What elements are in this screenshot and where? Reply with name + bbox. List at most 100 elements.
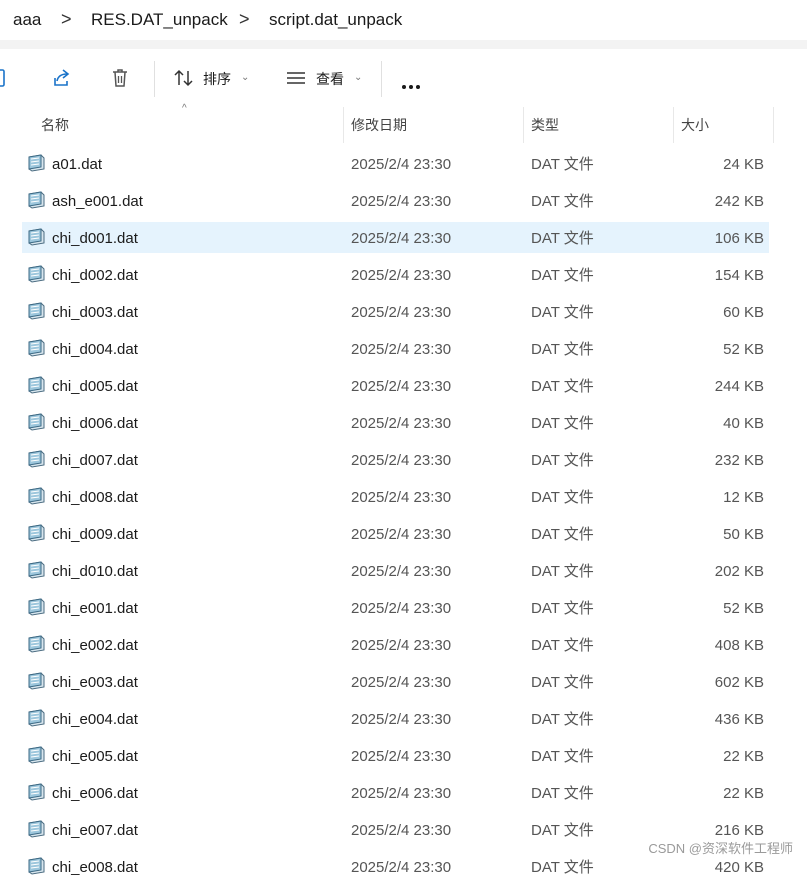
file-name[interactable]: ash_e001.dat xyxy=(52,183,143,220)
file-name[interactable]: chi_d008.dat xyxy=(52,479,138,516)
sort-button[interactable]: 排序 xyxy=(203,70,231,88)
file-list: a01.dat 2025/2/4 23:30 DAT 文件 24 KB ash_e001… xyxy=(0,146,807,886)
breadcrumb-item-script-dat-unpack[interactable]: script.dat_unpack xyxy=(269,10,402,30)
breadcrumb-separator: > xyxy=(239,9,250,29)
file-size: 602 KB xyxy=(714,674,764,691)
file-type: DAT 文件 xyxy=(531,859,594,876)
file-date: 2025/2/4 23:30 xyxy=(351,563,452,580)
column-header-name[interactable]: 名称 xyxy=(41,107,69,143)
file-name[interactable]: chi_e004.dat xyxy=(52,701,138,738)
more-icon[interactable] xyxy=(402,76,423,94)
share-icon[interactable] xyxy=(50,67,72,89)
file-name[interactable]: chi_e003.dat xyxy=(52,664,138,701)
column-divider[interactable] xyxy=(673,107,674,143)
file-name[interactable]: chi_e008.dat xyxy=(52,849,138,886)
file-date: 2025/2/4 23:30 xyxy=(351,674,452,691)
toolbar-separator xyxy=(154,61,155,97)
file-row[interactable]: chi_e005.dat 2025/2/4 23:30 DAT 文件 22 KB xyxy=(0,738,807,775)
column-header-date[interactable]: 修改日期 xyxy=(351,107,407,143)
breadcrumb-item-res-dat-unpack[interactable]: RES.DAT_unpack xyxy=(91,10,228,30)
file-date: 2025/2/4 23:30 xyxy=(351,156,452,173)
file-name[interactable]: chi_d007.dat xyxy=(52,442,138,479)
file-name[interactable]: chi_e001.dat xyxy=(52,590,138,627)
file-size: 50 KB xyxy=(723,526,764,543)
file-row[interactable]: chi_d001.dat 2025/2/4 23:30 DAT 文件 106 KB xyxy=(0,220,807,257)
column-header: 名称 修改日期 类型 大小 xyxy=(0,107,807,143)
file-row[interactable]: chi_d007.dat 2025/2/4 23:30 DAT 文件 232 KB xyxy=(0,442,807,479)
file-name[interactable]: chi_e005.dat xyxy=(52,738,138,775)
dat-file-icon xyxy=(26,635,46,653)
column-header-size[interactable]: 大小 xyxy=(681,107,709,143)
file-date: 2025/2/4 23:30 xyxy=(351,785,452,802)
dat-file-icon xyxy=(26,339,46,357)
breadcrumb-item-aaa[interactable]: aaa xyxy=(13,10,41,30)
file-type: DAT 文件 xyxy=(531,563,594,580)
file-name[interactable]: chi_d009.dat xyxy=(52,516,138,553)
file-type: DAT 文件 xyxy=(531,341,594,358)
file-date: 2025/2/4 23:30 xyxy=(351,452,452,469)
dat-file-icon xyxy=(26,561,46,579)
column-divider[interactable] xyxy=(523,107,524,143)
file-name[interactable]: chi_e006.dat xyxy=(52,775,138,812)
file-row[interactable]: chi_e003.dat 2025/2/4 23:30 DAT 文件 602 KB xyxy=(0,664,807,701)
file-size: 60 KB xyxy=(723,304,764,321)
column-header-type[interactable]: 类型 xyxy=(531,107,559,143)
file-date: 2025/2/4 23:30 xyxy=(351,378,452,395)
file-date: 2025/2/4 23:30 xyxy=(351,193,452,210)
file-name[interactable]: a01.dat xyxy=(52,146,102,183)
dat-file-icon xyxy=(26,154,46,172)
file-row[interactable]: chi_d008.dat 2025/2/4 23:30 DAT 文件 12 KB xyxy=(0,479,807,516)
file-date: 2025/2/4 23:30 xyxy=(351,267,452,284)
breadcrumb: aaa > RES.DAT_unpack > script.dat_unpack xyxy=(0,0,807,40)
divider xyxy=(0,40,807,49)
file-type: DAT 文件 xyxy=(531,489,594,506)
chevron-down-icon[interactable]: ⌄ xyxy=(354,71,362,85)
column-divider[interactable] xyxy=(343,107,344,143)
file-date: 2025/2/4 23:30 xyxy=(351,526,452,543)
file-name[interactable]: chi_e002.dat xyxy=(52,627,138,664)
view-icon[interactable] xyxy=(285,67,307,89)
file-row[interactable]: chi_d010.dat 2025/2/4 23:30 DAT 文件 202 KB xyxy=(0,553,807,590)
file-row[interactable]: chi_e001.dat 2025/2/4 23:30 DAT 文件 52 KB xyxy=(0,590,807,627)
file-name[interactable]: chi_d003.dat xyxy=(52,294,138,331)
dat-file-icon xyxy=(26,746,46,764)
file-name[interactable]: chi_d005.dat xyxy=(52,368,138,405)
file-type: DAT 文件 xyxy=(531,600,594,617)
delete-icon[interactable] xyxy=(109,67,131,89)
file-row[interactable]: chi_d004.dat 2025/2/4 23:30 DAT 文件 52 KB xyxy=(0,331,807,368)
file-row[interactable]: chi_d003.dat 2025/2/4 23:30 DAT 文件 60 KB xyxy=(0,294,807,331)
dat-file-icon xyxy=(26,450,46,468)
file-row[interactable]: chi_e002.dat 2025/2/4 23:30 DAT 文件 408 KB xyxy=(0,627,807,664)
file-row[interactable]: chi_d005.dat 2025/2/4 23:30 DAT 文件 244 KB xyxy=(0,368,807,405)
file-size: 22 KB xyxy=(723,785,764,802)
file-name[interactable]: chi_e007.dat xyxy=(52,812,138,849)
file-type: DAT 文件 xyxy=(531,415,594,432)
file-type: DAT 文件 xyxy=(531,156,594,173)
file-name[interactable]: chi_d006.dat xyxy=(52,405,138,442)
cut-icon[interactable] xyxy=(0,67,12,89)
file-name[interactable]: chi_d010.dat xyxy=(52,553,138,590)
file-row[interactable]: chi_e006.dat 2025/2/4 23:30 DAT 文件 22 KB xyxy=(0,775,807,812)
file-size: 202 KB xyxy=(714,563,764,580)
command-bar: 排序 ⌄ 查看 ⌄ xyxy=(0,49,807,108)
file-type: DAT 文件 xyxy=(531,452,594,469)
file-row[interactable]: chi_e004.dat 2025/2/4 23:30 DAT 文件 436 KB xyxy=(0,701,807,738)
sort-icon[interactable] xyxy=(173,67,195,89)
chevron-down-icon[interactable]: ⌄ xyxy=(241,71,249,85)
file-row[interactable]: chi_d002.dat 2025/2/4 23:30 DAT 文件 154 KB xyxy=(0,257,807,294)
file-name[interactable]: chi_d002.dat xyxy=(52,257,138,294)
file-row[interactable]: a01.dat 2025/2/4 23:30 DAT 文件 24 KB xyxy=(0,146,807,183)
file-row[interactable]: chi_d006.dat 2025/2/4 23:30 DAT 文件 40 KB xyxy=(0,405,807,442)
file-size: 12 KB xyxy=(723,489,764,506)
column-divider[interactable] xyxy=(773,107,774,143)
view-button[interactable]: 查看 xyxy=(316,70,344,88)
file-name[interactable]: chi_d004.dat xyxy=(52,331,138,368)
file-type: DAT 文件 xyxy=(531,230,594,247)
file-name[interactable]: chi_d001.dat xyxy=(52,220,138,257)
dat-file-icon xyxy=(26,302,46,320)
file-row[interactable]: ash_e001.dat 2025/2/4 23:30 DAT 文件 242 KB xyxy=(0,183,807,220)
file-size: 244 KB xyxy=(714,378,764,395)
file-size: 408 KB xyxy=(714,637,764,654)
file-row[interactable]: chi_d009.dat 2025/2/4 23:30 DAT 文件 50 KB xyxy=(0,516,807,553)
dat-file-icon xyxy=(26,265,46,283)
